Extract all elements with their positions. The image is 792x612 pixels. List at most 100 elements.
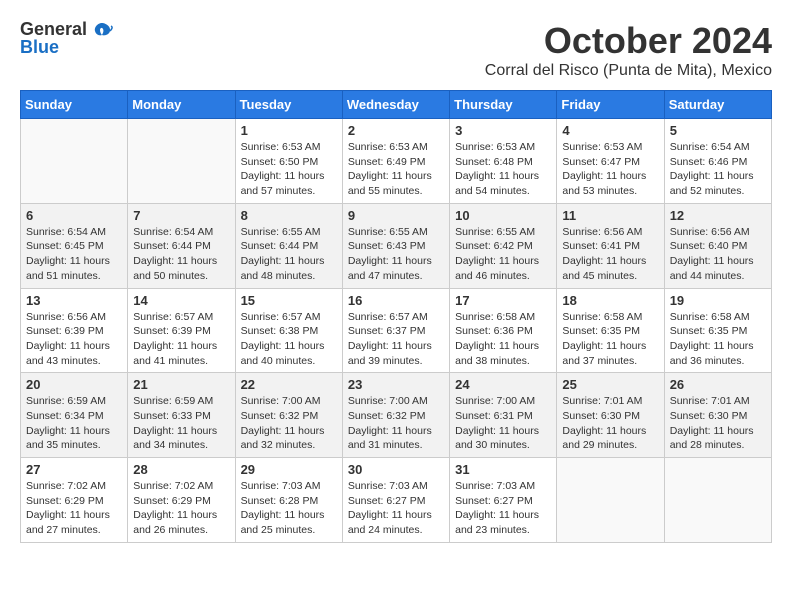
calendar-day-cell: 31Sunrise: 7:03 AMSunset: 6:27 PMDayligh… <box>450 458 557 543</box>
day-number: 11 <box>562 208 658 223</box>
calendar-day-cell <box>21 119 128 204</box>
day-number: 14 <box>133 293 229 308</box>
logo-bird-icon <box>91 21 113 48</box>
calendar-week-row: 6Sunrise: 6:54 AMSunset: 6:45 PMDaylight… <box>21 203 772 288</box>
weekday-header: Tuesday <box>235 91 342 119</box>
calendar-day-cell: 15 Sunrise: 6:57 AMSunset: 6:38 PMDayligh… <box>235 288 342 373</box>
day-info: Sunrise: 6:57 AMSunset: 6:37 PMDaylight:… <box>348 310 444 369</box>
day-number: 6 <box>26 208 122 223</box>
day-number: 30 <box>348 462 444 477</box>
day-info: Sunrise: 7:00 AMSunset: 6:31 PMDaylight:… <box>455 394 551 453</box>
calendar-day-cell: 21Sunrise: 6:59 AMSunset: 6:33 PMDayligh… <box>128 373 235 458</box>
calendar-table: SundayMondayTuesdayWednesdayThursdayFrid… <box>20 90 772 543</box>
day-info: Sunrise: 7:02 AMSunset: 6:29 PMDaylight:… <box>26 479 122 538</box>
day-number: 20 <box>26 377 122 392</box>
day-number: 19 <box>670 293 766 308</box>
day-info: Sunrise: 6:55 AMSunset: 6:44 PMDaylight:… <box>241 225 337 284</box>
day-info: Sunrise: 6:56 AMSunset: 6:41 PMDaylight:… <box>562 225 658 284</box>
day-info: Sunrise: 7:01 AMSunset: 6:30 PMDaylight:… <box>670 394 766 453</box>
month-title: October 2024 <box>485 20 772 62</box>
calendar-day-cell: 3 Sunrise: 6:53 AMSunset: 6:48 PMDaylight… <box>450 119 557 204</box>
day-number: 10 <box>455 208 551 223</box>
day-info: Sunrise: 6:54 AMSunset: 6:44 PMDaylight:… <box>133 225 229 284</box>
day-number: 26 <box>670 377 766 392</box>
calendar-day-cell: 16 Sunrise: 6:57 AMSunset: 6:37 PMDayligh… <box>342 288 449 373</box>
day-info: Sunrise: 6:57 AMSunset: 6:39 PMDaylight:… <box>133 310 229 369</box>
calendar-day-cell: 11 Sunrise: 6:56 AMSunset: 6:41 PMDayligh… <box>557 203 664 288</box>
calendar-day-cell <box>664 458 771 543</box>
calendar-week-row: 13Sunrise: 6:56 AMSunset: 6:39 PMDayligh… <box>21 288 772 373</box>
day-number: 24 <box>455 377 551 392</box>
calendar-day-cell: 25 Sunrise: 7:01 AMSunset: 6:30 PMDayligh… <box>557 373 664 458</box>
day-info: Sunrise: 7:01 AMSunset: 6:30 PMDaylight:… <box>562 394 658 453</box>
calendar-day-cell: 4Sunrise: 6:53 AMSunset: 6:47 PMDaylight… <box>557 119 664 204</box>
calendar-header-row: SundayMondayTuesdayWednesdayThursdayFrid… <box>21 91 772 119</box>
day-number: 3 <box>455 123 551 138</box>
logo-general: General <box>20 20 87 38</box>
calendar-week-row: 1Sunrise: 6:53 AMSunset: 6:50 PMDaylight… <box>21 119 772 204</box>
day-number: 12 <box>670 208 766 223</box>
calendar-day-cell: 7 Sunrise: 6:54 AMSunset: 6:44 PMDaylight… <box>128 203 235 288</box>
day-number: 18 <box>562 293 658 308</box>
weekday-header: Sunday <box>21 91 128 119</box>
day-number: 15 <box>241 293 337 308</box>
calendar-day-cell: 2 Sunrise: 6:53 AMSunset: 6:49 PMDaylight… <box>342 119 449 204</box>
calendar-day-cell <box>128 119 235 204</box>
day-number: 16 <box>348 293 444 308</box>
calendar-day-cell: 10 Sunrise: 6:55 AMSunset: 6:42 PMDayligh… <box>450 203 557 288</box>
day-number: 25 <box>562 377 658 392</box>
day-number: 2 <box>348 123 444 138</box>
day-info: Sunrise: 6:54 AMSunset: 6:46 PMDaylight:… <box>670 140 766 199</box>
calendar-day-cell: 8 Sunrise: 6:55 AMSunset: 6:44 PMDaylight… <box>235 203 342 288</box>
day-info: Sunrise: 6:58 AMSunset: 6:36 PMDaylight:… <box>455 310 551 369</box>
calendar-day-cell: 12 Sunrise: 6:56 AMSunset: 6:40 PMDayligh… <box>664 203 771 288</box>
calendar-week-row: 20Sunrise: 6:59 AMSunset: 6:34 PMDayligh… <box>21 373 772 458</box>
day-info: Sunrise: 6:58 AMSunset: 6:35 PMDaylight:… <box>670 310 766 369</box>
day-number: 31 <box>455 462 551 477</box>
calendar-day-cell: 5 Sunrise: 6:54 AMSunset: 6:46 PMDaylight… <box>664 119 771 204</box>
day-info: Sunrise: 6:55 AMSunset: 6:43 PMDaylight:… <box>348 225 444 284</box>
day-info: Sunrise: 6:59 AMSunset: 6:33 PMDaylight:… <box>133 394 229 453</box>
day-info: Sunrise: 6:57 AMSunset: 6:38 PMDaylight:… <box>241 310 337 369</box>
calendar-day-cell: 22 Sunrise: 7:00 AMSunset: 6:32 PMDayligh… <box>235 373 342 458</box>
day-info: Sunrise: 7:00 AMSunset: 6:32 PMDaylight:… <box>241 394 337 453</box>
calendar-day-cell: 13Sunrise: 6:56 AMSunset: 6:39 PMDayligh… <box>21 288 128 373</box>
location-title: Corral del Risco (Punta de Mita), Mexico <box>485 62 772 80</box>
day-number: 8 <box>241 208 337 223</box>
day-info: Sunrise: 7:03 AMSunset: 6:28 PMDaylight:… <box>241 479 337 538</box>
weekday-header: Wednesday <box>342 91 449 119</box>
weekday-header: Friday <box>557 91 664 119</box>
calendar-day-cell <box>557 458 664 543</box>
day-info: Sunrise: 6:55 AMSunset: 6:42 PMDaylight:… <box>455 225 551 284</box>
weekday-header: Thursday <box>450 91 557 119</box>
day-info: Sunrise: 6:58 AMSunset: 6:35 PMDaylight:… <box>562 310 658 369</box>
day-number: 17 <box>455 293 551 308</box>
page-header: General Blue October 2024 Corral del Ris… <box>20 20 772 80</box>
weekday-header: Saturday <box>664 91 771 119</box>
day-info: Sunrise: 7:03 AMSunset: 6:27 PMDaylight:… <box>348 479 444 538</box>
day-number: 4 <box>562 123 658 138</box>
day-info: Sunrise: 6:53 AMSunset: 6:49 PMDaylight:… <box>348 140 444 199</box>
day-number: 22 <box>241 377 337 392</box>
day-number: 7 <box>133 208 229 223</box>
day-number: 9 <box>348 208 444 223</box>
logo: General Blue <box>20 20 113 56</box>
day-number: 27 <box>26 462 122 477</box>
calendar-day-cell: 6Sunrise: 6:54 AMSunset: 6:45 PMDaylight… <box>21 203 128 288</box>
day-info: Sunrise: 6:53 AMSunset: 6:48 PMDaylight:… <box>455 140 551 199</box>
calendar-day-cell: 26 Sunrise: 7:01 AMSunset: 6:30 PMDayligh… <box>664 373 771 458</box>
day-info: Sunrise: 6:56 AMSunset: 6:40 PMDaylight:… <box>670 225 766 284</box>
calendar-day-cell: 17 Sunrise: 6:58 AMSunset: 6:36 PMDayligh… <box>450 288 557 373</box>
calendar-day-cell: 9 Sunrise: 6:55 AMSunset: 6:43 PMDaylight… <box>342 203 449 288</box>
calendar-day-cell: 30 Sunrise: 7:03 AMSunset: 6:27 PMDayligh… <box>342 458 449 543</box>
day-info: Sunrise: 7:00 AMSunset: 6:32 PMDaylight:… <box>348 394 444 453</box>
day-number: 13 <box>26 293 122 308</box>
calendar-day-cell: 23 Sunrise: 7:00 AMSunset: 6:32 PMDayligh… <box>342 373 449 458</box>
calendar-day-cell: 19 Sunrise: 6:58 AMSunset: 6:35 PMDayligh… <box>664 288 771 373</box>
calendar-day-cell: 28Sunrise: 7:02 AMSunset: 6:29 PMDayligh… <box>128 458 235 543</box>
calendar-week-row: 27 Sunrise: 7:02 AMSunset: 6:29 PMDayligh… <box>21 458 772 543</box>
day-info: Sunrise: 6:53 AMSunset: 6:50 PMDaylight:… <box>241 140 337 199</box>
day-number: 23 <box>348 377 444 392</box>
day-number: 5 <box>670 123 766 138</box>
calendar-day-cell: 24 Sunrise: 7:00 AMSunset: 6:31 PMDayligh… <box>450 373 557 458</box>
